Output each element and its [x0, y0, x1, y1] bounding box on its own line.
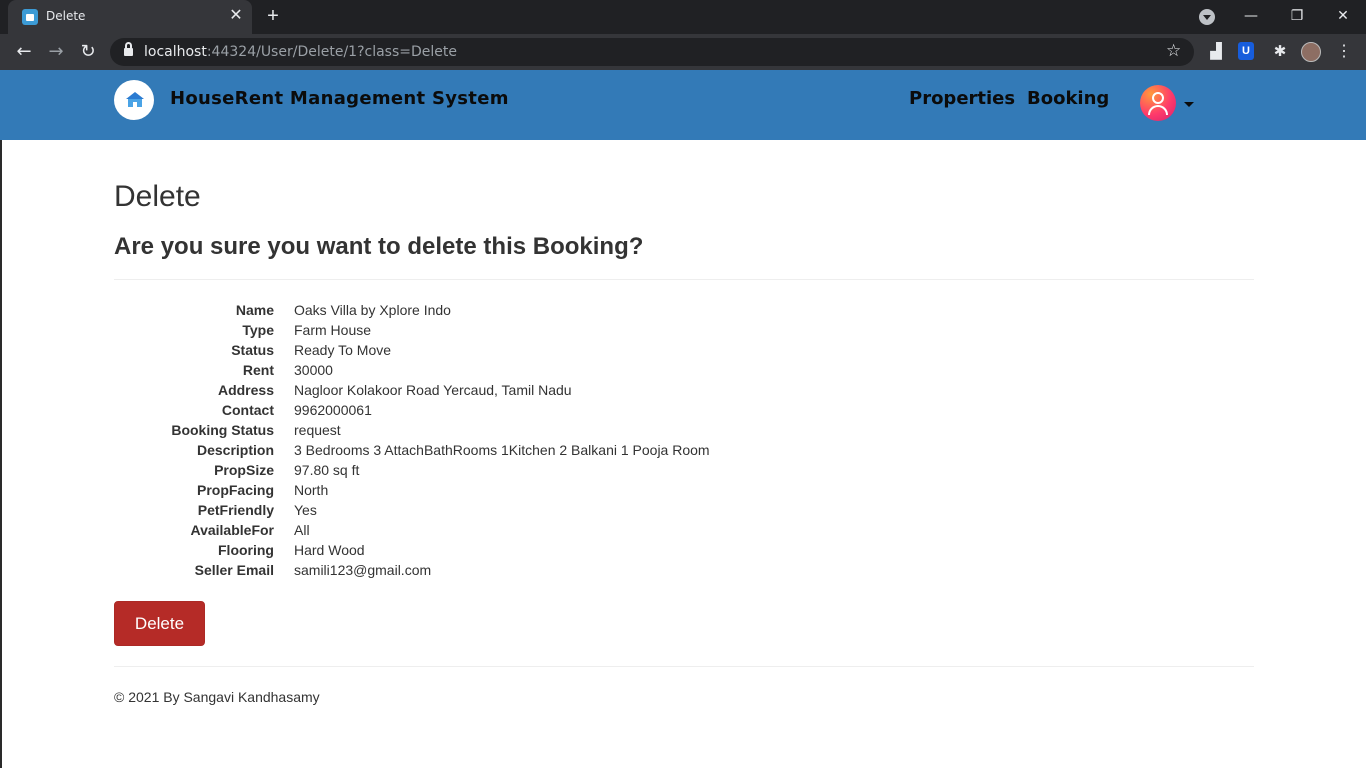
favicon-icon	[22, 9, 38, 25]
detail-row: AvailableFor All	[114, 520, 1254, 540]
detail-value: Yes	[294, 502, 317, 518]
new-tab-icon[interactable]: +	[262, 5, 284, 27]
divider	[114, 279, 1254, 280]
extensions-puzzle-icon[interactable]: ✱	[1270, 42, 1290, 62]
brand-title[interactable]: HouseRent Management System	[170, 88, 509, 109]
browser-toolbar: ← → ↻ localhost:44324/User/Delete/1?clas…	[0, 34, 1366, 70]
detail-label: Rent	[242, 362, 274, 378]
detail-row: PetFriendly Yes	[114, 500, 1254, 520]
detail-value: samili123@gmail.com	[294, 562, 432, 578]
detail-value: 9962000061	[294, 402, 372, 418]
detail-label: Contact	[221, 402, 274, 418]
detail-row: PropSize 97.80 sq ft	[114, 460, 1254, 480]
footer-text: © 2021 By Sangavi Kandhasamy	[114, 689, 320, 705]
restore-icon[interactable]: ❐	[1282, 4, 1312, 28]
detail-row: Address Nagloor Kolakoor Road Yercaud, Ta…	[114, 380, 1254, 400]
address-bar[interactable]: localhost:44324/User/Delete/1?class=Dele…	[110, 38, 1194, 66]
detail-value: Oaks Villa by Xplore Indo	[294, 302, 451, 318]
nav-properties-link[interactable]: Properties	[909, 88, 1015, 109]
detail-value: 30000	[294, 362, 333, 378]
detail-value: Ready To Move	[294, 342, 392, 358]
profile-avatar-icon[interactable]	[1301, 42, 1321, 62]
browser-menu-icon[interactable]: ⋮	[1334, 42, 1354, 62]
detail-row: Booking Status request	[114, 420, 1254, 440]
detail-value: Hard Wood	[294, 542, 365, 558]
detail-row: Description 3 Bedrooms 3 AttachBathRooms …	[114, 440, 1254, 460]
detail-label: Booking Status	[171, 422, 274, 438]
page-title: Delete	[114, 180, 201, 213]
detail-label: Flooring	[218, 542, 274, 558]
footer-divider	[114, 666, 1254, 667]
minimize-icon[interactable]: —	[1236, 4, 1266, 28]
user-avatar-icon[interactable]	[1140, 85, 1176, 121]
window-close-icon[interactable]: ✕	[1328, 4, 1358, 28]
lock-icon	[124, 42, 133, 57]
detail-label: Status	[231, 342, 274, 358]
detail-label: Description	[196, 442, 274, 458]
detail-label: Address	[217, 382, 274, 398]
window-edge	[0, 140, 2, 768]
url-path: :44324/User/Delete/1?class=Delete	[206, 44, 457, 60]
detail-value: North	[294, 482, 329, 498]
detail-value: 3 Bedrooms 3 AttachBathRooms 1Kitchen 2 …	[294, 442, 710, 458]
detail-row: Type Farm House	[114, 320, 1254, 340]
tab-close-icon[interactable]: ✕	[226, 6, 246, 26]
user-menu-caret-icon[interactable]	[1184, 102, 1194, 107]
reload-icon[interactable]: ↻	[75, 39, 101, 65]
nav-booking-link[interactable]: Booking	[1027, 88, 1109, 109]
forward-icon[interactable]: →	[43, 39, 69, 65]
delete-confirmation-text: Are you sure you want to delete this Boo…	[114, 233, 644, 260]
back-icon[interactable]: ←	[11, 39, 37, 65]
bitwarden-shield-icon[interactable]: U	[1238, 42, 1254, 60]
detail-value: All	[294, 522, 310, 538]
detail-row: Flooring Hard Wood	[114, 540, 1254, 560]
tab-title: Delete	[46, 9, 86, 23]
detail-row: Contact 9962000061	[114, 400, 1254, 420]
detail-label: Type	[242, 322, 274, 338]
browser-tab-bar: Delete ✕ + — ❐ ✕	[0, 0, 1366, 34]
delete-button[interactable]: Delete	[114, 601, 205, 646]
detail-label: PropFacing	[196, 482, 274, 498]
tab-search-icon[interactable]	[1199, 9, 1215, 25]
site-logo[interactable]	[114, 80, 154, 120]
detail-value: request	[294, 422, 341, 438]
detail-value: Farm House	[294, 322, 372, 338]
site-navbar: HouseRent Management System Properties B…	[0, 70, 1366, 140]
browser-tab[interactable]: Delete ✕	[8, 0, 252, 34]
url-text[interactable]: localhost:44324/User/Delete/1?class=Dele…	[144, 44, 457, 60]
url-host: localhost	[144, 44, 207, 60]
detail-value: Nagloor Kolakoor Road Yercaud, Tamil Nad…	[294, 382, 572, 398]
detail-row: Name Oaks Villa by Xplore Indo	[114, 300, 1254, 320]
detail-label: PropSize	[214, 462, 274, 478]
detail-row: Seller Email samili123@gmail.com	[114, 560, 1254, 580]
detail-row: PropFacing North	[114, 480, 1254, 500]
detail-label: AvailableFor	[190, 522, 274, 538]
detail-label: PetFriendly	[197, 502, 274, 518]
detail-label: Seller Email	[194, 562, 274, 578]
extension-chart-icon[interactable]: ▟	[1206, 42, 1226, 62]
bookmark-star-icon[interactable]: ☆	[1166, 41, 1181, 61]
detail-value: 97.80 sq ft	[294, 462, 360, 478]
detail-label: Name	[235, 302, 274, 318]
detail-row: Rent 30000	[114, 360, 1254, 380]
detail-row: Status Ready To Move	[114, 340, 1254, 360]
